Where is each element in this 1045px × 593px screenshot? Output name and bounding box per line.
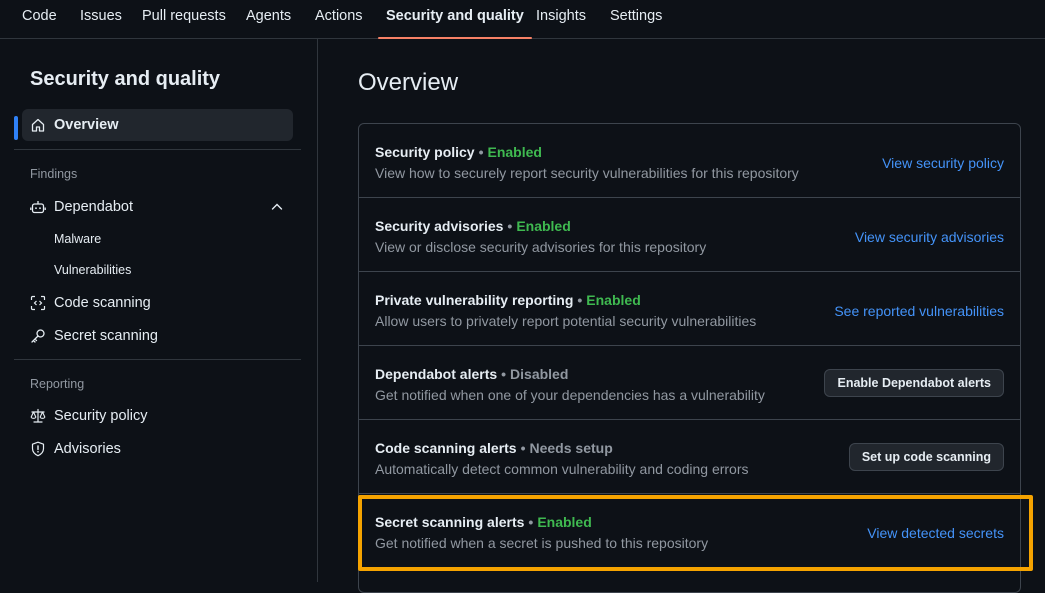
feature-name: Security policy xyxy=(375,144,475,160)
tab-pull-requests[interactable]: Pull requests xyxy=(142,0,226,39)
feature-name: Dependabot alerts xyxy=(375,366,498,382)
tab-security-and-quality[interactable]: Security and quality xyxy=(378,0,532,39)
feature-description: Allow users to privately report potentia… xyxy=(375,313,757,329)
chevron-up-icon[interactable] xyxy=(270,200,284,214)
sidebar-title: Security and quality xyxy=(30,68,221,90)
feature-description: Get notified when one of your dependenci… xyxy=(375,387,765,403)
shield-icon xyxy=(30,441,46,457)
sidebar-item-security-policy[interactable]: Security policy xyxy=(22,400,293,432)
enable-dependabot-alerts-button[interactable]: Enable Dependabot alerts xyxy=(824,369,1004,397)
view-detected-secrets-link[interactable]: View detected secrets xyxy=(867,525,1004,541)
sidebar-divider xyxy=(14,359,301,360)
feature-name: Private vulnerability reporting xyxy=(375,292,574,308)
tab-code[interactable]: Code xyxy=(22,0,57,39)
tab-settings[interactable]: Settings xyxy=(610,0,662,39)
status-label: Enabled xyxy=(487,144,542,160)
page-title: Overview xyxy=(358,69,459,96)
feature-description: Automatically detect common vulnerabilit… xyxy=(375,461,749,477)
home-icon xyxy=(30,117,46,133)
feature-description: Get notified when a secret is pushed to … xyxy=(375,535,709,551)
feature-name: Security advisories xyxy=(375,218,504,234)
feature-description: View how to securely report security vul… xyxy=(375,165,799,181)
code-scan-icon xyxy=(30,295,46,311)
separator: • xyxy=(501,366,507,382)
overview-card: Security policy • Enabled View how to secu… xyxy=(358,123,1021,593)
separator: • xyxy=(577,292,583,308)
feature-row: Private vulnerability reporting • Enabled … xyxy=(359,272,1020,346)
section-reporting-label: Reporting xyxy=(30,377,85,391)
status-label: Enabled xyxy=(537,514,592,530)
separator: • xyxy=(528,514,534,530)
sidebar-item-label: Security policy xyxy=(54,408,148,424)
set-up-code-scanning-button[interactable]: Set up code scanning xyxy=(848,443,1004,471)
separator: • xyxy=(520,440,526,456)
view-security-advisories-link[interactable]: View security advisories xyxy=(855,229,1004,245)
feature-row: Security policy • Enabled View how to secu… xyxy=(359,124,1020,198)
status-label: Enabled xyxy=(516,218,571,234)
tab-insights[interactable]: Insights xyxy=(536,0,586,39)
feature-description: View or disclose security advisories for… xyxy=(375,239,707,255)
sidebar-item-label: Dependabot xyxy=(54,199,134,215)
feature-row: Security advisories • Enabled View or disc… xyxy=(359,198,1020,272)
tab-agents[interactable]: Agents xyxy=(246,0,291,39)
status-label: Disabled xyxy=(510,366,569,382)
key-icon xyxy=(30,328,46,344)
sidebar-item-malware[interactable]: Malware xyxy=(54,232,101,246)
sidebar-item-code-scanning[interactable]: Code scanning xyxy=(22,287,293,319)
sidebar-item-label: Overview xyxy=(54,117,119,133)
sidebar-item-overview[interactable]: Overview xyxy=(22,109,293,141)
sidebar-item-dependabot[interactable]: Dependabot xyxy=(22,191,293,223)
repo-nav: Code Issues Pull requests Agents Actions… xyxy=(0,0,1045,39)
selected-indicator xyxy=(14,116,18,140)
feature-name: Code scanning alerts xyxy=(375,440,517,456)
law-icon xyxy=(30,408,46,424)
sidebar-divider xyxy=(14,149,301,150)
dependabot-icon xyxy=(30,199,46,215)
feature-row: Secret scanning alerts • Enabled Get notif… xyxy=(359,494,1020,568)
sidebar-item-secret-scanning[interactable]: Secret scanning xyxy=(22,320,293,352)
sidebar-item-label: Secret scanning xyxy=(54,328,158,344)
sidebar-item-advisories[interactable]: Advisories xyxy=(22,433,293,465)
sidebar-item-label: Code scanning xyxy=(54,295,151,311)
status-label: Needs setup xyxy=(529,440,613,456)
section-findings-label: Findings xyxy=(30,167,78,181)
tab-issues[interactable]: Issues xyxy=(80,0,122,39)
see-reported-vulnerabilities-link[interactable]: See reported vulnerabilities xyxy=(834,303,1004,319)
view-security-policy-link[interactable]: View security policy xyxy=(882,155,1004,171)
feature-row: Code scanning alerts • Needs setup Automat… xyxy=(359,420,1020,494)
separator: • xyxy=(507,218,513,234)
sidebar-item-label: Advisories xyxy=(54,441,121,457)
feature-name: Secret scanning alerts xyxy=(375,514,525,530)
feature-row: Dependabot alerts • Disabled Get notified … xyxy=(359,346,1020,420)
sidebar-item-vulnerabilities[interactable]: Vulnerabilities xyxy=(54,263,131,277)
tab-actions[interactable]: Actions xyxy=(315,0,363,39)
status-label: Enabled xyxy=(586,292,641,308)
separator: • xyxy=(478,144,484,160)
